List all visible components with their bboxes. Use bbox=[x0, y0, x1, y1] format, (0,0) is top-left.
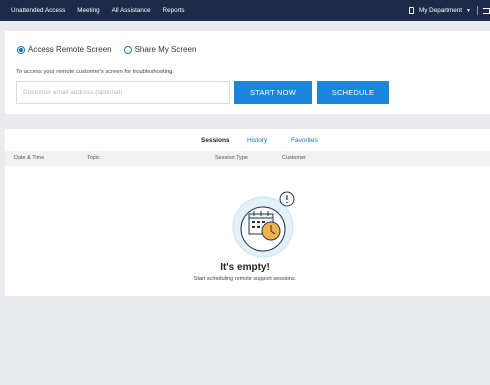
remote-description: To access your remote customer's screen … bbox=[16, 69, 175, 75]
mode-radio-group: Access Remote Screen Share My Screen bbox=[17, 45, 208, 54]
column-topic[interactable]: Topic bbox=[87, 155, 100, 161]
sessions-tabs: Sessions History Favorites bbox=[5, 129, 490, 151]
department-switcher[interactable]: My Department ▼ bbox=[409, 0, 490, 21]
caret-down-icon: ▼ bbox=[466, 7, 471, 14]
nav-reports[interactable]: Reports bbox=[163, 7, 185, 14]
department-label: My Department bbox=[419, 7, 463, 14]
column-customer[interactable]: Customer bbox=[282, 155, 306, 161]
nav-divider bbox=[477, 6, 478, 15]
sessions-table-header: Date & Time Topic Session Type Customer bbox=[5, 151, 490, 166]
folder-icon[interactable] bbox=[483, 7, 490, 14]
nav-meeting[interactable]: Meeting bbox=[77, 7, 99, 14]
radio-label: Access Remote Screen bbox=[28, 45, 112, 54]
start-now-button[interactable]: START NOW bbox=[234, 81, 312, 104]
nav-unattended-access[interactable]: Unattended Access bbox=[11, 7, 65, 14]
remote-access-card: Access Remote Screen Share My Screen To … bbox=[5, 31, 490, 114]
radio-unselected-icon[interactable] bbox=[123, 45, 132, 54]
tab-favorites[interactable]: Favorites bbox=[291, 137, 318, 144]
empty-state-title: It's empty! bbox=[220, 262, 270, 273]
tab-history[interactable]: History bbox=[247, 137, 267, 144]
top-nav: Unattended Access Meeting All Assistance… bbox=[0, 0, 490, 21]
tab-sessions[interactable]: Sessions bbox=[201, 137, 230, 144]
column-session-type[interactable]: Session Type bbox=[215, 155, 248, 161]
radio-share-my-screen[interactable]: Share My Screen bbox=[123, 45, 197, 54]
customer-email-input[interactable] bbox=[16, 81, 230, 104]
calendar-clock-icon bbox=[232, 191, 295, 258]
empty-state-subtitle: Start scheduling remote support sessions… bbox=[193, 276, 297, 282]
column-date-time[interactable]: Date & Time bbox=[14, 155, 44, 161]
nav-all-assistance[interactable]: All Assistance bbox=[112, 7, 151, 14]
radio-selected-icon[interactable] bbox=[17, 45, 25, 54]
schedule-button[interactable]: SCHEDULE bbox=[317, 81, 389, 104]
device-icon bbox=[409, 7, 414, 14]
radio-label: Share My Screen bbox=[134, 45, 197, 54]
radio-access-remote-screen[interactable]: Access Remote Screen bbox=[17, 45, 112, 54]
